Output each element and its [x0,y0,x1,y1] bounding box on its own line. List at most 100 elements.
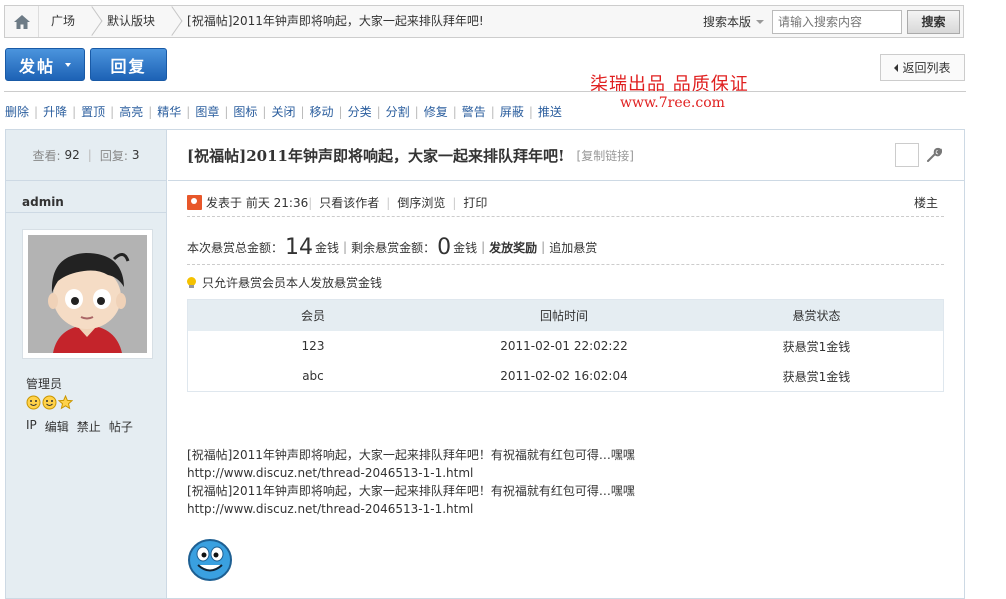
user-group: 管理员 [26,377,63,391]
author-name[interactable]: admin [22,195,64,209]
reward-status: 获悬赏1金钱 [782,369,851,384]
smiley-medal-icon [42,395,57,410]
smiley-medal-icon [26,395,41,410]
reward-tip: 只允许悬赏会员本人发放悬赏金钱 [187,274,382,291]
star-medal-icon [58,395,73,410]
chevron-down-icon [756,19,764,24]
post-body-line: [祝福帖]2011年钟声即将响起，大家一起来排队拜年吧！有祝福就有红包可得…嘿嘿 [187,448,635,462]
mod-move[interactable]: 移动 [305,103,339,120]
user-medals [26,395,73,410]
mod-highlight[interactable]: 高亮 [114,103,148,120]
avatar[interactable] [22,229,153,359]
thread-post: 查看: 92 | 回复: 3 admin 管理员 IP 编辑 禁止 帖子 [祝福… [5,129,965,599]
reward-total-label: 本次悬赏总金额： [187,240,284,255]
grant-reward-link[interactable]: 发放奖励 [489,239,537,256]
user-ban-link[interactable]: 禁止 [77,418,101,435]
thread-title-row: [祝福帖]2011年钟声即将响起，大家一起来排队拜年吧! [复制链接] [168,130,964,181]
reward-unit: 金钱 [315,240,340,255]
mod-repair[interactable]: 修复 [419,103,453,120]
reward-unit: 金钱 [453,240,478,255]
reply-time: 2011-02-02 16:02:04 [500,369,628,383]
breadcrumb-forum[interactable]: 默认版块 [95,6,165,37]
search-area: 搜索本版 搜索 [695,6,963,37]
member-link[interactable]: abc [188,369,438,383]
reward-tip-text: 只允许悬赏会员本人发放悬赏金钱 [202,276,383,290]
new-post-label: 发帖 [18,56,55,76]
mod-digest[interactable]: 精华 [152,103,186,120]
select-checkbox[interactable] [895,143,919,167]
user-ip-link[interactable]: IP [26,418,37,435]
replies-label: 回复: [99,148,128,163]
reward-summary: 本次悬赏总金额： 14 金钱 | 剩余悬赏金额： 0 金钱 | 发放奖励 | 追… [187,230,944,265]
author-status-icon [187,195,202,210]
breadcrumb-separator-icon [85,6,95,37]
divider [6,212,166,213]
print-link[interactable]: 打印 [456,194,494,211]
user-edit-link[interactable]: 编辑 [45,418,69,435]
views-count: 92 [64,148,80,162]
reward-total: 14 [285,234,314,260]
mod-icon[interactable]: 图标 [228,103,262,120]
user-admin-links: IP 编辑 禁止 帖子 [26,418,133,435]
divider [4,91,966,92]
new-post-button[interactable]: 发帖 [5,48,85,81]
column-reply-time: 回帖时间 [539,309,588,323]
post-body-line: [祝福帖]2011年钟声即将响起，大家一起来排队拜年吧！有祝福就有红包可得…嘿嘿 [187,484,635,498]
mod-stamp[interactable]: 图章 [190,103,224,120]
user-posts-link[interactable]: 帖子 [109,418,133,435]
only-author-link[interactable]: 只看该作者 [312,194,386,211]
table-header: 会员 回帖时间 悬赏状态 [188,300,943,331]
back-to-list-label: 返回列表 [902,61,951,75]
mod-push[interactable]: 推送 [533,103,567,120]
views-label: 查看: [32,148,61,163]
promo-url: www.7ree.com [620,95,725,111]
member-link[interactable]: 123 [188,339,438,353]
reward-remain-label: 剩余悬赏金额： [351,240,436,255]
replies-count: 3 [131,148,140,162]
breadcrumb-thread[interactable]: [祝福帖]2011年钟声即将响起，大家一起来排队拜年吧! [175,6,494,37]
reply-time: 2011-02-01 22:02:22 [500,339,628,353]
smiley-emoticon-icon [187,538,233,585]
table-row: 123 2011-02-01 22:02:22 获悬赏1金钱 [188,331,943,361]
chevron-down-icon [65,62,71,67]
mod-warn[interactable]: 警告 [457,103,491,120]
post-body-link[interactable]: http://www.discuz.net/thread-2046513-1-1… [187,502,473,516]
chevron-left-icon [894,63,899,72]
breadcrumb-plaza[interactable]: 广场 [39,6,85,37]
copy-link[interactable]: [复制链接] [577,147,634,164]
mod-category[interactable]: 分类 [343,103,377,120]
reply-button[interactable]: 回复 [90,48,167,81]
mod-delete[interactable]: 删除 [5,103,34,120]
mod-ban[interactable]: 屏蔽 [495,103,529,120]
reward-remain: 0 [437,234,452,260]
post-body: [祝福帖]2011年钟声即将响起，大家一起来排队拜年吧！有祝福就有红包可得…嘿嘿… [187,446,635,518]
moderation-toolbar: 删除 | 升降 | 置顶 | 高亮 | 精华 | 图章 | 图标 | 关闭 | 移动 | 分类 | … [5,103,567,120]
search-button[interactable]: 搜索 [907,9,960,34]
breadcrumb: 广场 默认版块 [祝福帖]2011年钟声即将响起，大家一起来排队拜年吧! 搜索本… [4,5,964,38]
search-scope-select[interactable]: 搜索本版 [695,13,772,30]
table-row: abc 2011-02-02 16:02:04 获悬赏1金钱 [188,361,943,391]
home-icon[interactable] [5,6,39,37]
thread-stats: 查看: 92 | 回复: 3 [6,130,166,181]
wrench-icon[interactable] [926,147,943,166]
reward-table: 会员 回帖时间 悬赏状态 123 2011-02-01 22:02:22 获悬赏… [187,299,944,392]
author-sidebar: 查看: 92 | 回复: 3 admin 管理员 IP 编辑 禁止 帖子 [6,130,167,598]
search-input[interactable] [772,9,902,34]
back-to-list-button[interactable]: 返回列表 [880,54,965,81]
post-content: [祝福帖]2011年钟声即将响起，大家一起来排队拜年吧! [复制链接] 发表于 … [168,130,964,598]
column-member: 会员 [300,309,325,323]
thread-title: [祝福帖]2011年钟声即将响起，大家一起来排队拜年吧! [187,146,565,165]
breadcrumb-separator-icon [165,6,175,37]
post-body-link[interactable]: http://www.discuz.net/thread-2046513-1-1… [187,466,473,480]
search-scope-label: 搜索本版 [702,15,751,29]
floor-label: 楼主 [913,196,938,210]
add-reward-link[interactable]: 追加悬赏 [549,239,597,256]
promo-slogan: 柒瑞出品 品质保证 [590,74,749,95]
mod-close[interactable]: 关闭 [266,103,300,120]
mod-bump[interactable]: 升降 [38,103,72,120]
mod-split[interactable]: 分割 [381,103,415,120]
reverse-order-link[interactable]: 倒序浏览 [390,194,452,211]
column-reward-status: 悬赏状态 [792,309,841,323]
mod-stick[interactable]: 置顶 [76,103,110,120]
post-meta: 发表于 前天 21:36 | 只看该作者 | 倒序浏览 | 打印 楼主 [187,191,944,217]
